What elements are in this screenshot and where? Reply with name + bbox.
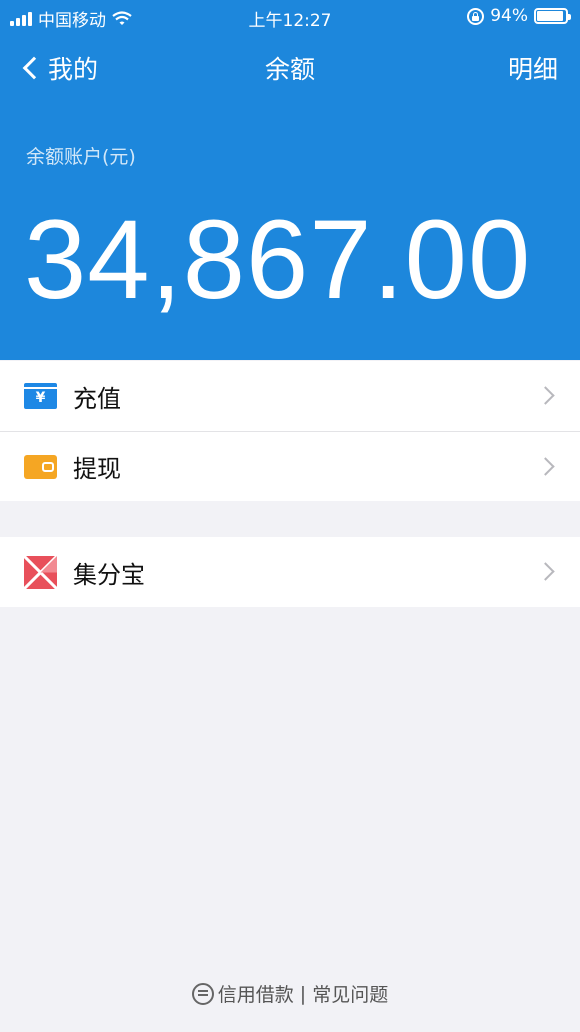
recharge-icon: ¥ [24,383,57,409]
menu-group-primary: ¥ 充值 提现 [0,361,580,501]
credit-logo-icon [191,982,214,1005]
menu-group-secondary: 集分宝 [0,537,580,607]
recharge-icon-wrap: ¥ [24,380,57,413]
footer-links: 信用借款 | 常见问题 [0,980,580,1007]
jifenbao-row[interactable]: 集分宝 [0,537,580,607]
rotation-lock-icon [467,7,485,25]
jifenbao-label: 集分宝 [73,560,145,589]
recharge-row[interactable]: ¥ 充值 [0,361,580,431]
withdraw-icon-wrap [24,450,57,483]
credit-loan-link[interactable]: 信用借款 [218,980,294,1007]
battery-level [537,11,564,21]
withdraw-label: 提现 [73,455,121,483]
withdraw-row[interactable]: 提现 [0,431,580,501]
withdraw-icon [24,454,57,479]
jifenbao-icon-wrap [22,554,59,590]
jifenbao-icon [22,554,59,590]
chevron-right-icon [536,457,555,476]
chevron-right-icon [536,386,555,405]
battery-icon [534,8,571,24]
nav-bar: 我的 余额 明细 [0,40,580,92]
page-title: 余额 [264,55,315,84]
status-bar: 中国移动 上午12:27 94% [0,0,580,34]
balance-amount: 34,867.00 [24,197,532,322]
balance-label: 余额账户(元) [26,146,136,168]
faq-link[interactable]: 常见问题 [312,980,388,1007]
footer-separator: | [299,982,307,1005]
details-button[interactable]: 明细 [508,50,558,86]
balance-header: 中国移动 上午12:27 94% 我的 余额 明细 余额账户(元) 34,867… [0,0,580,360]
battery-percent: 94% [490,6,528,26]
status-right: 94% [467,6,571,26]
recharge-label: 充值 [73,384,121,413]
chevron-right-icon [536,562,555,581]
